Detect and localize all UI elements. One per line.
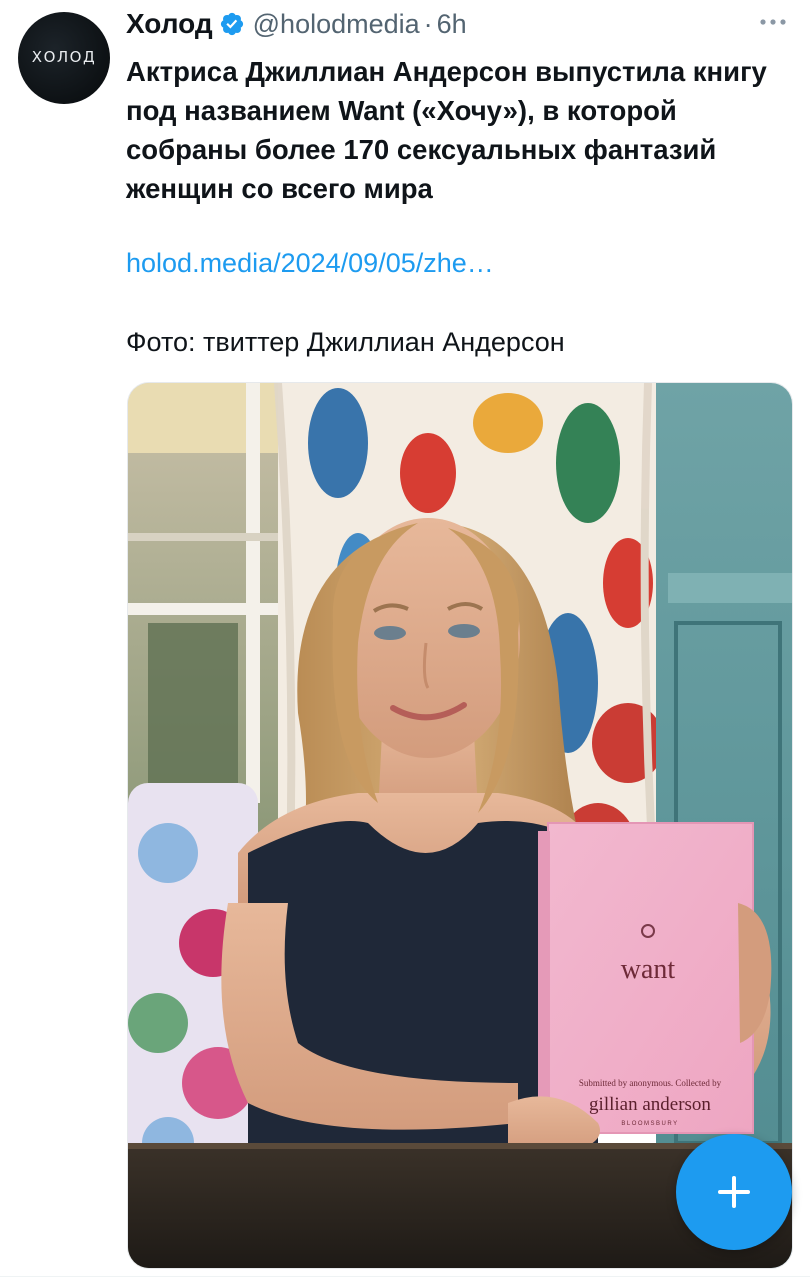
separator-dot: · <box>423 8 433 39</box>
tweet-time[interactable]: 6h <box>437 9 467 40</box>
divider <box>0 1276 810 1277</box>
avatar[interactable]: ХОЛОД <box>18 12 110 104</box>
author-name[interactable]: Холод <box>126 8 213 40</box>
tweet[interactable]: ХОЛОД Холод @holodmedia · 6h Актриса Джи… <box>0 0 810 1280</box>
book-title: want <box>621 954 676 985</box>
book-cover: want Submitted by anonymous. Collected b… <box>538 822 754 1134</box>
tweet-photo[interactable]: want Submitted by anonymous. Collected b… <box>127 382 793 1269</box>
book-subline: Submitted by anonymous. Collected by <box>579 1078 722 1088</box>
avatar-logo-text: ХОЛОД <box>31 48 97 66</box>
plus-icon <box>718 1176 750 1208</box>
tweet-link[interactable]: holod.media/2024/09/05/zhe… <box>126 248 494 279</box>
tweet-header: Холод @holodmedia · 6h <box>126 4 467 44</box>
book-author: gillian anderson <box>589 1094 711 1115</box>
photo-credit: Фото: твиттер Джиллиан Андерсон <box>126 327 565 357</box>
more-options-icon[interactable] <box>758 14 788 30</box>
tweet-text: Актриса Джиллиан Андерсон выпустила книг… <box>126 56 767 204</box>
verified-badge-icon <box>220 12 243 36</box>
compose-button[interactable] <box>676 1134 792 1250</box>
author-handle[interactable]: @holodmedia <box>253 9 420 40</box>
photo-illustration: want Submitted by anonymous. Collected b… <box>128 383 792 1268</box>
book-publisher: BLOOMSBURY <box>621 1121 678 1127</box>
